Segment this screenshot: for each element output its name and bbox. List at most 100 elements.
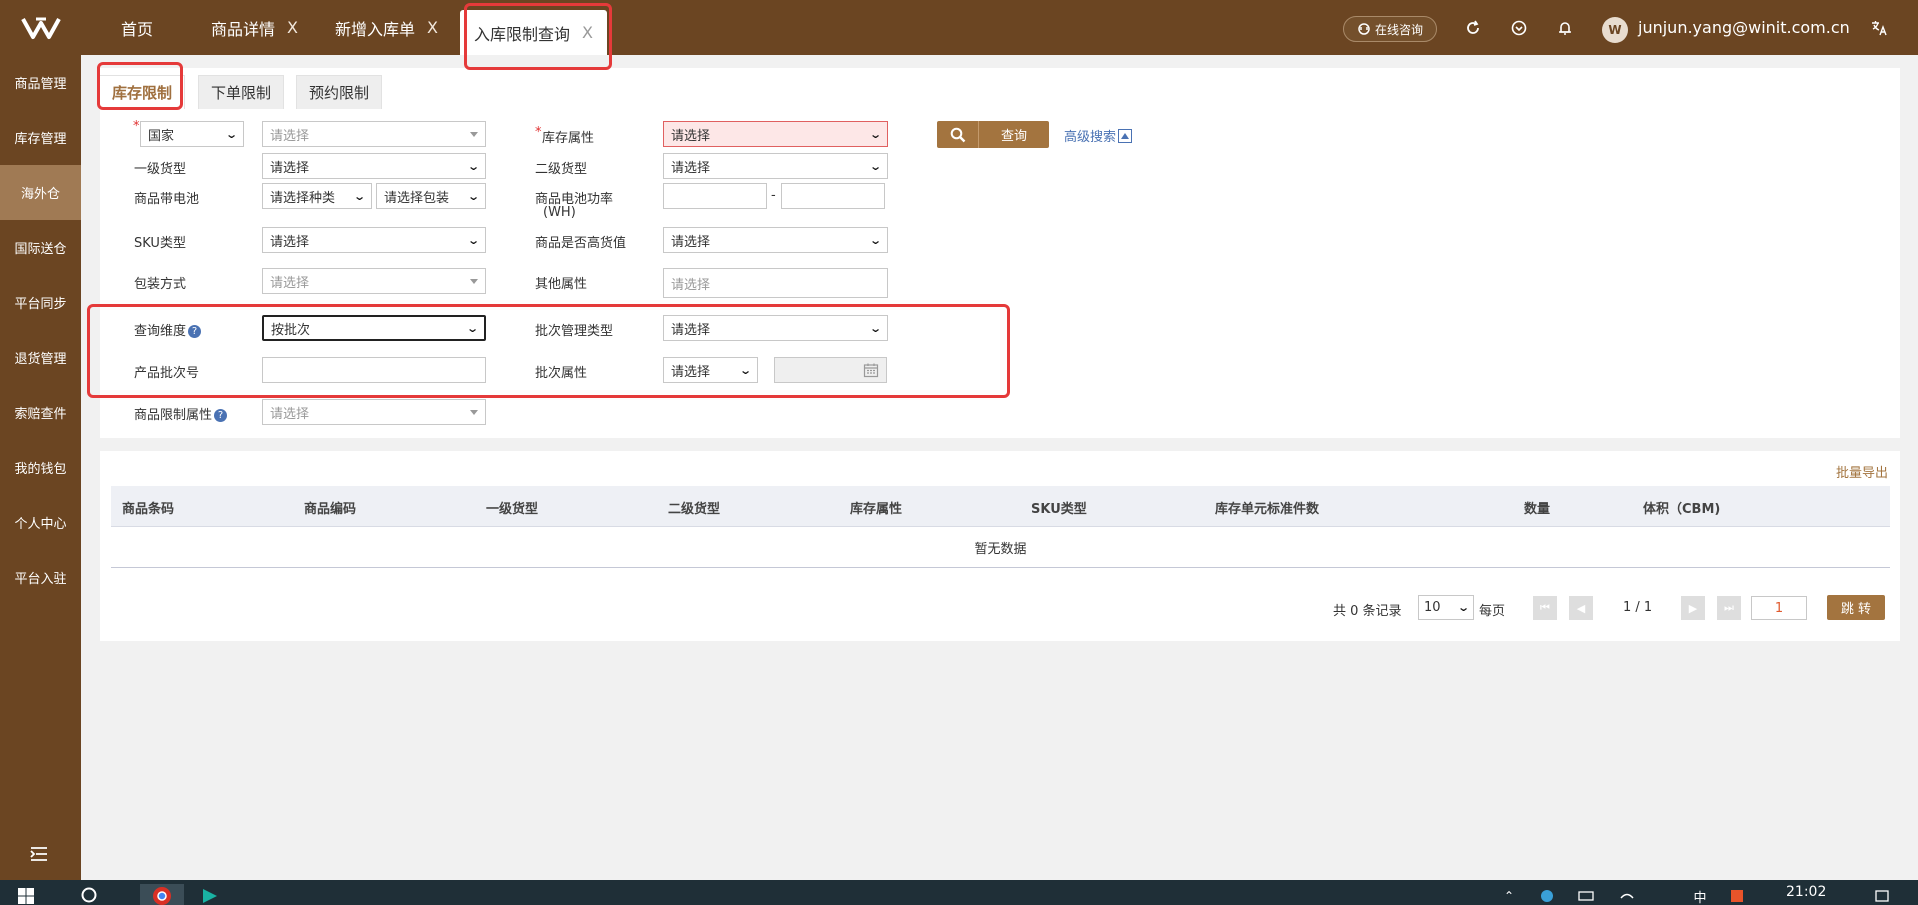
sidebar-item-international-delivery[interactable]: 国际送仓: [0, 220, 81, 275]
batch-no-input[interactable]: [262, 357, 486, 383]
search-icon[interactable]: [78, 884, 102, 905]
battery-power-min-input[interactable]: [663, 183, 767, 209]
tab-inventory-restriction[interactable]: 库存限制: [99, 75, 186, 109]
stock-attr-select[interactable]: 请选择 ⌄: [663, 121, 888, 147]
column-header[interactable]: 一级货型: [486, 498, 538, 517]
user-email[interactable]: junjun.yang@winit.com.cn: [1638, 18, 1850, 37]
online-consult-button[interactable]: 在线咨询: [1343, 16, 1437, 42]
sidebar-item-product-management[interactable]: 商品管理: [0, 55, 81, 110]
packing-label: 包装方式: [134, 277, 187, 292]
last-page-button[interactable]: ⏭: [1717, 596, 1741, 620]
winit-logo[interactable]: [0, 0, 81, 55]
sku-type-label: SKU类型: [134, 236, 186, 251]
limit-attr-select[interactable]: 请选择: [262, 399, 486, 425]
batch-attr-select[interactable]: 请选择 ⌄: [663, 357, 758, 383]
column-header[interactable]: 体积（CBM): [1643, 498, 1720, 517]
batch-date-input[interactable]: [774, 357, 887, 383]
battery-pack-select[interactable]: 请选择包装 ⌄: [376, 183, 486, 209]
batch-export-link[interactable]: 批量导出: [1836, 462, 1888, 481]
tab-inbound-restriction-query[interactable]: 入库限制查询 X: [460, 10, 607, 55]
column-header[interactable]: 商品条码: [122, 498, 174, 517]
help-icon[interactable]: ?: [188, 325, 202, 338]
wifi-icon[interactable]: [1615, 884, 1639, 905]
sku-type-value: 请选择: [270, 234, 310, 250]
column-header[interactable]: 库存属性: [850, 498, 902, 517]
empty-table-message: 暂无数据: [111, 528, 1890, 568]
subtab-label: 库存限制: [112, 84, 173, 102]
batch-mgmt-select[interactable]: 请选择 ⌄: [663, 315, 888, 341]
sidebar-item-inventory-management[interactable]: 库存管理: [0, 110, 81, 165]
windows-start-icon[interactable]: [14, 884, 38, 905]
advanced-search-link[interactable]: 高级搜索: [1064, 126, 1133, 145]
sidebar-item-platform-join[interactable]: 平台入驻: [0, 550, 81, 605]
refresh-icon[interactable]: [1463, 18, 1483, 38]
first-page-button[interactable]: ⏮: [1533, 596, 1557, 620]
high-value-select[interactable]: 请选择 ⌄: [663, 227, 888, 253]
sidebar-item-wallet[interactable]: 我的钱包: [0, 440, 81, 495]
close-icon[interactable]: X: [287, 18, 298, 37]
dimension-label: 查询维度?: [134, 320, 202, 339]
battery-type-select[interactable]: 请选择种类 ⌄: [262, 183, 372, 209]
battery-power-max-input[interactable]: [781, 183, 885, 209]
packing-select[interactable]: 请选择: [262, 268, 486, 294]
country-select[interactable]: 请选择: [262, 121, 486, 147]
help-icon[interactable]: ?: [214, 409, 228, 422]
tab-label: 新增入库单: [335, 19, 416, 39]
prev-page-button[interactable]: ◀: [1569, 596, 1593, 620]
page-size-select[interactable]: 10 ⌄: [1418, 595, 1474, 620]
range-separator: -: [771, 188, 776, 203]
tab-label: 商品详情: [211, 19, 276, 39]
sidebar-item-label: 库存管理: [14, 132, 67, 147]
tab-order-restriction[interactable]: 下单限制: [198, 75, 285, 109]
other-attr-label: 其他属性: [535, 277, 588, 292]
level2-select[interactable]: 请选择 ⌄: [663, 153, 888, 179]
sidebar-item-personal-center[interactable]: 个人中心: [0, 495, 81, 550]
chevron-up-icon[interactable]: ⌃: [1497, 884, 1521, 905]
close-icon[interactable]: X: [582, 23, 593, 42]
level1-select[interactable]: 请选择 ⌄: [262, 153, 486, 179]
avatar[interactable]: W: [1602, 17, 1628, 43]
column-header[interactable]: 二级货型: [668, 498, 720, 517]
caret-down-icon: [470, 131, 478, 137]
country-field-select[interactable]: 国家 ⌄: [140, 121, 244, 147]
jump-page-input[interactable]: 1: [1751, 596, 1807, 620]
translate-icon[interactable]: [1869, 18, 1889, 38]
ime-indicator[interactable]: 中: [1688, 884, 1712, 905]
sidebar-item-label: 商品管理: [14, 77, 67, 92]
sidebar-item-returns[interactable]: 退货管理: [0, 330, 81, 385]
tab-product-detail[interactable]: 商品详情 X: [211, 0, 298, 55]
collapse-menu-icon[interactable]: [30, 847, 48, 865]
column-header[interactable]: 数量: [1524, 498, 1550, 517]
sidebar-item-label: 索赔查件: [14, 407, 67, 422]
notification-icon[interactable]: [1870, 884, 1894, 905]
dimension-select[interactable]: 按批次 ⌄: [262, 315, 486, 341]
jump-button[interactable]: 跳 转: [1827, 595, 1885, 620]
query-button[interactable]: 查询: [937, 121, 1049, 148]
sidebar-item-claims[interactable]: 索赔查件: [0, 385, 81, 440]
chevron-down-icon: ⌄: [868, 233, 882, 247]
other-attr-input[interactable]: 请选择: [663, 268, 888, 298]
table-header: 商品条码 商品编码 一级货型 二级货型 库存属性 SKU类型 库存单元标准件数 …: [111, 486, 1890, 527]
heart-badge-icon[interactable]: [1509, 18, 1529, 38]
wps-icon[interactable]: [1725, 884, 1749, 905]
app-icon[interactable]: [198, 884, 222, 905]
bell-icon[interactable]: [1555, 18, 1575, 38]
tab-appointment-restriction[interactable]: 预约限制: [296, 75, 383, 109]
close-icon[interactable]: X: [427, 18, 438, 37]
tab-home[interactable]: 首页: [121, 0, 153, 55]
column-header[interactable]: 库存单元标准件数: [1215, 498, 1319, 517]
sidebar-item-overseas-warehouse[interactable]: 海外仓: [0, 165, 81, 220]
battery-icon[interactable]: [1575, 884, 1599, 905]
level1-label: 一级货型: [134, 162, 187, 177]
tab-new-inbound-order[interactable]: 新增入库单 X: [335, 0, 438, 55]
calendar-icon[interactable]: [863, 362, 879, 378]
chrome-icon[interactable]: [140, 884, 184, 905]
column-header[interactable]: 商品编码: [304, 498, 356, 517]
chevron-down-icon: ⌄: [738, 363, 752, 377]
sku-type-select[interactable]: 请选择 ⌄: [262, 227, 486, 253]
next-page-button[interactable]: ▶: [1681, 596, 1705, 620]
sidebar-item-platform-sync[interactable]: 平台同步: [0, 275, 81, 330]
network-icon[interactable]: [1535, 884, 1559, 905]
column-header[interactable]: SKU类型: [1031, 498, 1087, 517]
subtab-label: 预约限制: [309, 84, 370, 102]
